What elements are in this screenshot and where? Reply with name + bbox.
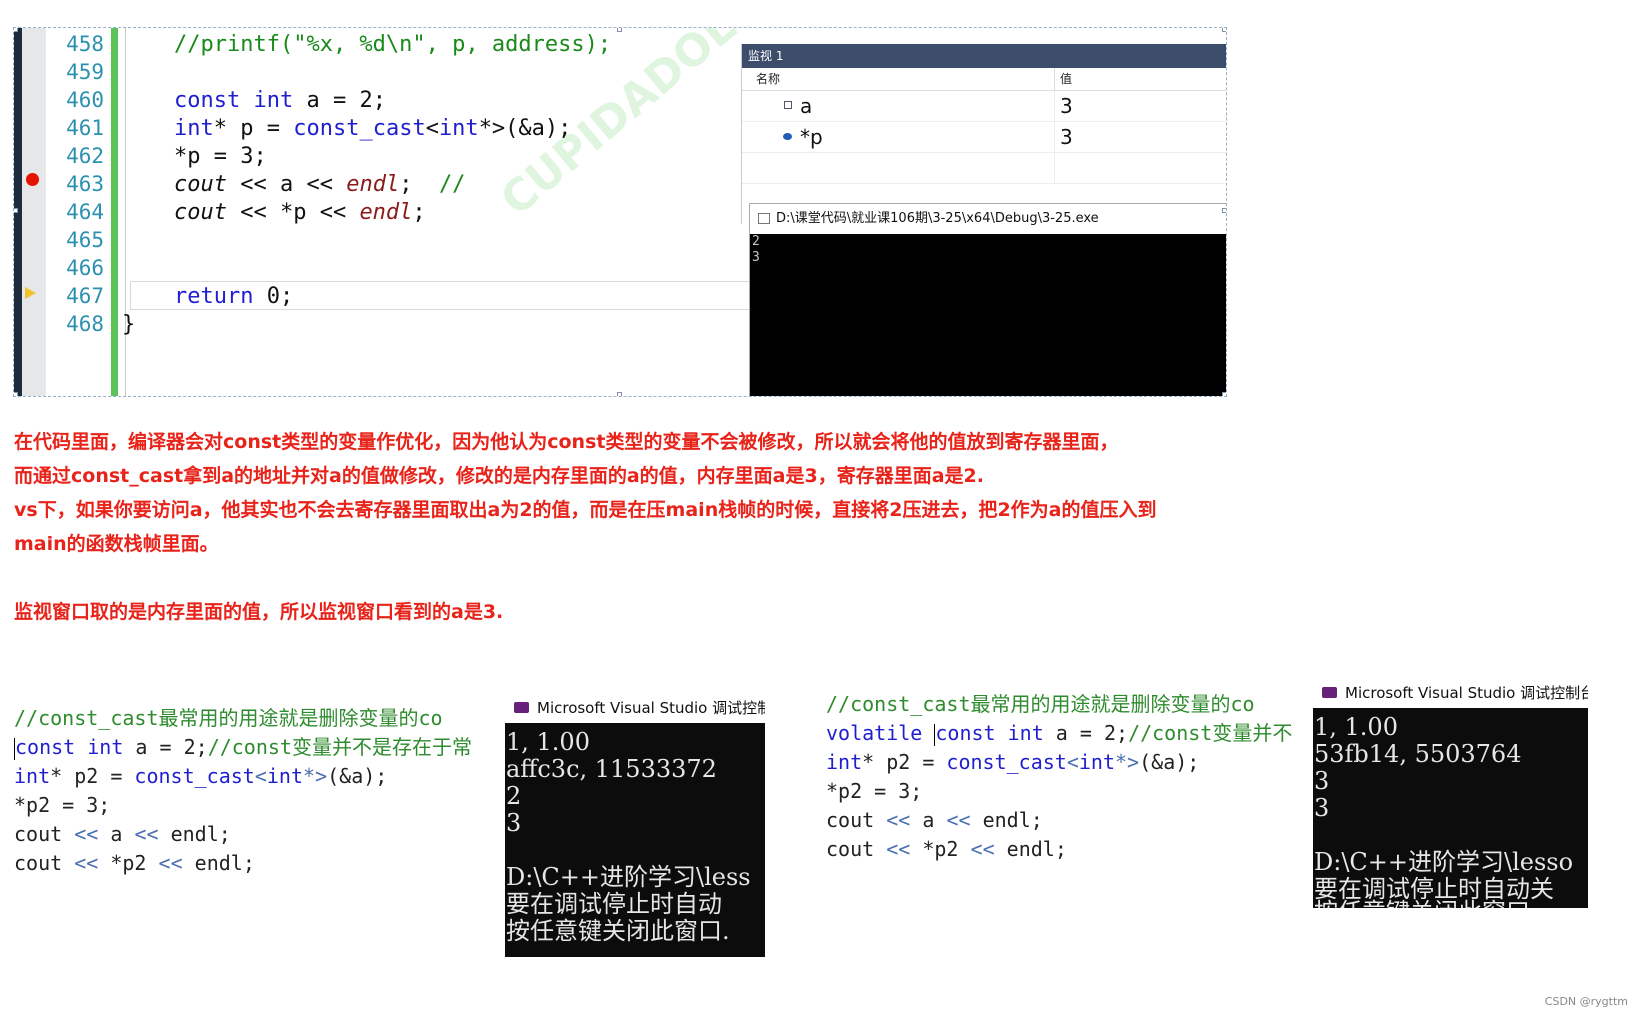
console-output-line: D:\C++进阶学习\less — [506, 863, 751, 891]
console-output-line: 2 — [506, 782, 522, 810]
selection-handle — [14, 28, 18, 32]
watch-row[interactable]: a 3 — [742, 91, 1226, 122]
line-number: 462 — [66, 144, 104, 168]
code-line[interactable]: cout << a << endl; — [14, 820, 231, 848]
console-output-line: D:\C++进阶学习\lesso — [1314, 848, 1574, 876]
code-line[interactable]: const int a = 2; — [174, 86, 386, 115]
change-tracking-bar — [111, 28, 118, 396]
console-output-line: 1, 1.00 — [506, 728, 590, 756]
visual-studio-icon — [1322, 687, 1337, 698]
watch-name[interactable]: *p — [800, 122, 823, 152]
author-credit: CSDN @rygttm — [1544, 995, 1628, 1008]
code-line[interactable]: *p = 3; — [174, 142, 267, 171]
code-line[interactable]: cout << *p2 << endl; — [14, 849, 255, 877]
code-line[interactable]: cout << *p2 << endl; — [826, 835, 1067, 863]
outline-fold-line — [125, 28, 126, 396]
console-output-line: 53fb14, 5503764 — [1314, 740, 1522, 768]
line-number: 467 — [66, 284, 104, 308]
console-title: D:\课堂代码\就业课106期\3-25\x64\Debug\3-25.exe — [776, 211, 1099, 226]
console-title-bar[interactable]: D:\课堂代码\就业课106期\3-25\x64\Debug\3-25.exe — [750, 204, 1226, 234]
selection-handle — [617, 28, 622, 32]
code-line[interactable]: //const_cast最常用的用途就是删除变量的co — [14, 704, 443, 732]
variable-icon — [784, 101, 792, 109]
watch-row-empty[interactable] — [742, 153, 1226, 184]
watch-row[interactable]: *p 3 — [742, 122, 1226, 153]
selection-handle — [14, 392, 18, 396]
line-number: 468 — [66, 312, 104, 336]
code-line[interactable]: } — [122, 310, 135, 339]
console-output-line: affc3c, 11533372 — [506, 755, 717, 783]
code-line[interactable]: int* p2 = const_cast<int*>(&a); — [826, 748, 1199, 776]
watch-col-name[interactable]: 名称 — [756, 68, 780, 90]
watch-value[interactable]: 3 — [1060, 91, 1073, 121]
code-line[interactable]: const int a = 2;//const变量并不是存在于常 — [14, 733, 472, 761]
console-output-line: 3 — [752, 250, 760, 265]
line-number: 459 — [66, 60, 104, 84]
ide-screenshot-frame: 458 459 460 461 462 463 464 465 466 467 … — [13, 27, 1227, 397]
pointer-variable-icon — [783, 133, 792, 140]
indicator-margin[interactable] — [22, 28, 46, 396]
watch-window[interactable]: 监视 1 名称 值 a 3 *p 3 — [741, 44, 1226, 224]
explanation-line: vs下，如果你要访问a，他其实也不会去寄存器里面取出a为2的值，而是在压main… — [14, 499, 1157, 521]
console-app-icon — [758, 213, 770, 224]
explanation-line: main的函数栈帧里面。 — [14, 533, 219, 555]
selection-handle — [1222, 28, 1226, 32]
selection-handle — [14, 208, 18, 213]
explanation-line: 监视窗口取的是内存里面的值，所以监视窗口看到的a是3. — [14, 601, 504, 623]
line-number: 460 — [66, 88, 104, 112]
console-output-line: 3 — [1314, 794, 1330, 822]
watch-header: 名称 值 — [742, 68, 1226, 91]
debug-console-window[interactable]: Microsoft Visual Studio 调试控制 1, 1.00 aff… — [505, 693, 765, 957]
code-line[interactable]: //const_cast最常用的用途就是删除变量的co — [826, 690, 1255, 718]
code-line[interactable]: return 0; — [174, 282, 293, 311]
debug-console-window[interactable]: Microsoft Visual Studio 调试控制台 1, 1.00 53… — [1313, 678, 1588, 908]
console-output-line: 按任意键关闭此窗口. — [506, 917, 730, 945]
console-output-line: 按任意键关闭此窗口 — [1314, 899, 1530, 908]
line-number: 465 — [66, 228, 104, 252]
console-output-line: 要在调试停止时自动 — [506, 890, 722, 918]
code-line[interactable]: *p2 = 3; — [14, 791, 110, 819]
explanation-line: 而通过const_cast拿到a的地址并对a的值做修改，修改的是内存里面的a的值… — [14, 465, 984, 487]
console-title-bar[interactable]: Microsoft Visual Studio 调试控制台 — [1313, 678, 1588, 708]
line-number: 461 — [66, 116, 104, 140]
watch-col-value[interactable]: 值 — [1060, 68, 1072, 90]
line-number: 463 — [66, 172, 104, 196]
watch-name[interactable]: a — [800, 91, 812, 121]
line-number: 464 — [66, 200, 104, 224]
code-line[interactable]: cout << *p << endl; — [174, 198, 426, 227]
code-line[interactable]: cout << a << endl; — [826, 806, 1043, 834]
watch-value[interactable]: 3 — [1060, 122, 1073, 152]
console-output-line: 3 — [506, 809, 522, 837]
console-output-line: 3 — [1314, 767, 1330, 795]
console-title: Microsoft Visual Studio 调试控制 — [537, 699, 765, 717]
line-number: 466 — [66, 256, 104, 280]
watch-window-title[interactable]: 监视 1 — [742, 44, 1226, 68]
selection-handle — [1222, 392, 1226, 396]
next-statement-arrow-icon[interactable] — [25, 287, 36, 299]
selection-handle — [617, 392, 622, 396]
selection-handle — [1222, 208, 1226, 213]
console-window[interactable]: D:\课堂代码\就业课106期\3-25\x64\Debug\3-25.exe … — [749, 203, 1226, 396]
console-title-bar[interactable]: Microsoft Visual Studio 调试控制 — [505, 693, 765, 723]
code-line[interactable]: volatile const int a = 2;//const变量并不 — [826, 719, 1292, 747]
code-line[interactable]: *p2 = 3; — [826, 777, 922, 805]
visual-studio-icon — [514, 702, 529, 713]
code-line[interactable]: //printf("%x, %d\n", p, address); — [174, 30, 611, 59]
line-number: 458 — [66, 32, 104, 56]
console-output-line: 1, 1.00 — [1314, 713, 1398, 741]
code-line[interactable]: int* p2 = const_cast<int*>(&a); — [14, 762, 387, 790]
breakpoint-icon[interactable] — [26, 173, 39, 186]
code-line[interactable]: cout << a << endl; // — [174, 170, 465, 199]
explanation-line: 在代码里面，编译器会对const类型的变量作优化，因为他认为const类型的变量… — [14, 431, 1119, 453]
console-output-line: 2 — [752, 234, 760, 249]
console-title: Microsoft Visual Studio 调试控制台 — [1345, 684, 1588, 702]
line-number-column: 458 459 460 461 462 463 464 465 466 467 … — [46, 28, 118, 396]
code-line[interactable]: int* p = const_cast<int*>(&a); — [174, 114, 571, 143]
